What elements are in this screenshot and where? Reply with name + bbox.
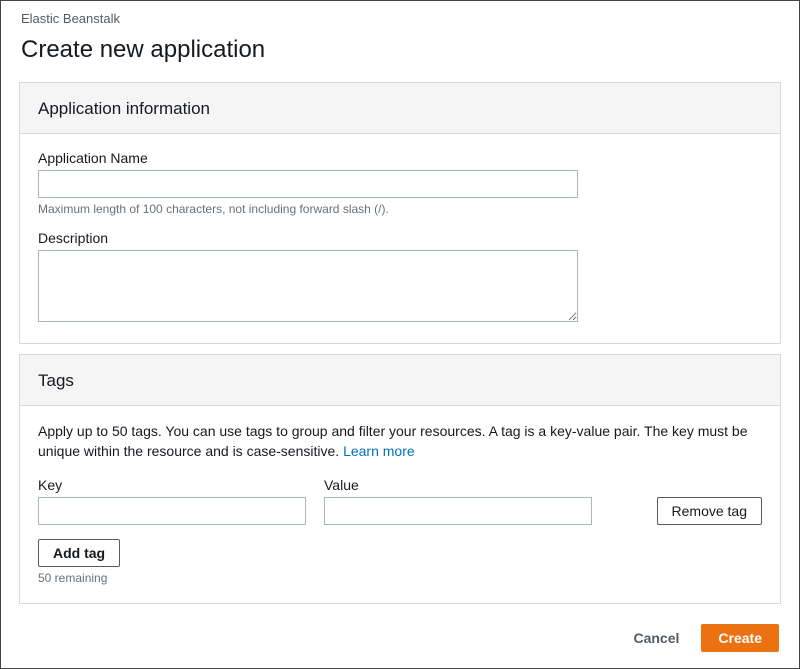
footer-actions: Cancel Create [1,614,799,666]
app-info-panel-body: Application Name Maximum length of 100 c… [20,134,780,343]
page-root: Elastic Beanstalk Create new application… [1,1,799,666]
tag-key-col: Key [38,477,306,525]
app-info-panel: Application information Application Name… [19,82,781,344]
app-desc-textarea[interactable] [38,250,578,322]
tag-value-label: Value [324,477,592,493]
tag-key-input[interactable] [38,497,306,525]
app-desc-label: Description [38,230,762,246]
app-desc-field-group: Description [38,230,762,325]
tag-key-label: Key [38,477,306,493]
tags-panel-header: Tags [20,355,780,406]
tag-value-col: Value [324,477,592,525]
tags-remaining: 50 remaining [38,571,762,585]
tags-panel: Tags Apply up to 50 tags. You can use ta… [19,354,781,604]
breadcrumb: Elastic Beanstalk [1,1,799,32]
create-button[interactable]: Create [701,624,779,652]
app-info-panel-header: Application information [20,83,780,134]
cancel-button[interactable]: Cancel [625,624,687,652]
tags-panel-body: Apply up to 50 tags. You can use tags to… [20,406,780,603]
add-tag-button[interactable]: Add tag [38,539,120,567]
learn-more-link[interactable]: Learn more [343,443,415,459]
app-name-label: Application Name [38,150,762,166]
tags-row: Key Value Remove tag [38,477,762,525]
tag-remove-col: Remove tag [657,497,762,525]
app-name-field-group: Application Name Maximum length of 100 c… [38,150,762,216]
tags-description: Apply up to 50 tags. You can use tags to… [38,422,762,461]
tag-value-input[interactable] [324,497,592,525]
remove-tag-button[interactable]: Remove tag [657,497,762,525]
app-name-helper: Maximum length of 100 characters, not in… [38,202,762,216]
page-title: Create new application [1,32,799,76]
app-name-input[interactable] [38,170,578,198]
